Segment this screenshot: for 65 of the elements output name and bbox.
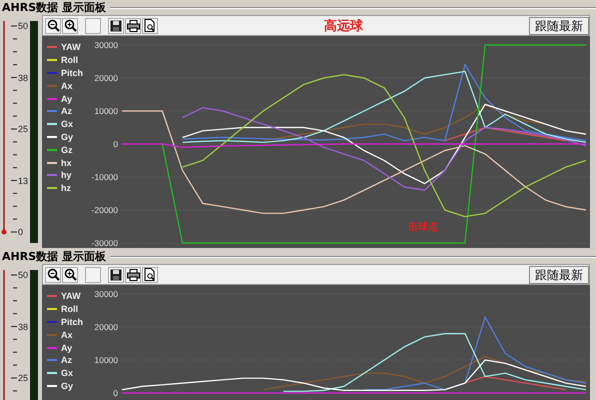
print-button[interactable] [125,266,141,282]
axis-tick-label: -30000 [92,238,118,249]
legend-label: Ay [61,342,72,353]
zoom-out-button[interactable] [45,18,61,34]
legend-label: Roll [61,304,78,314]
scale-label: 0 [18,227,24,238]
printer-icon [126,20,140,32]
legend-label: Roll [61,55,78,66]
zoom-out-icon [46,268,60,281]
scale-label: 38 [18,322,30,332]
print-button[interactable] [125,18,141,34]
annotation-label: 击球点 [408,220,438,234]
zoom-in-icon [64,268,76,281]
legend-label: YAW [61,42,81,52]
zoom-in-icon [64,19,76,32]
save-icon [110,268,122,280]
legend-label: Gx [61,368,74,378]
chart-title: 高远球 [323,18,364,34]
preview-button[interactable] [142,266,158,282]
legend-label: Ax [61,80,73,91]
scale-label: 13 [18,176,30,186]
axis-tick-label: 30000 [94,289,118,300]
axis-tick-label: -20000 [92,205,118,216]
axis-tick-label: 20000 [94,322,118,333]
legend-label: Gy [61,132,74,142]
axis-tick-label: 10000 [94,355,118,366]
scale-label: 25 [18,124,30,135]
follow-latest-button[interactable]: 跟随最新 [529,16,589,34]
legend-label: Pitch [61,68,84,78]
legend-label: Gy [61,380,74,391]
printer-icon [126,268,140,280]
legend-label: Gx [61,119,74,130]
page-preview-icon [144,268,156,281]
legend-label: Ay [61,94,72,104]
legend-label: Gz [61,144,73,155]
legend-label: Az [61,355,72,366]
save-button[interactable] [108,266,124,282]
scale-label: 38 [18,72,30,84]
legend-label: hx [61,158,72,168]
axis-tick-label: 20000 [94,73,118,84]
zoom-out-icon [46,19,60,32]
follow-latest-button[interactable]: 跟随最新 [529,266,589,284]
axis-tick-label: -10000 [92,172,118,183]
zoom-out-button[interactable] [45,266,61,282]
legend-label: hz [61,183,71,194]
panel-title: AHRS数据 显示面板 [2,0,106,15]
legend-label: hy [61,170,72,180]
zoom-in-button[interactable] [62,18,78,34]
scale-label: 50 [18,21,30,32]
axis-tick-label: 0 [113,388,118,399]
preview-button[interactable] [142,18,158,34]
panel-title: AHRS数据 显示面板 [2,249,106,264]
axis-tick-label: 10000 [94,106,118,117]
axis-tick-label: 30000 [94,40,118,51]
zoom-in-button[interactable] [62,266,78,282]
scale-label: 25 [18,373,30,384]
page-preview-icon [144,19,156,32]
legend-label: YAW [61,291,81,302]
save-icon [110,20,122,32]
axis-tick-label: 0 [113,139,118,150]
legend-label: Az [61,106,72,116]
legend-label: Ax [61,330,73,340]
legend-label: Pitch [61,316,84,327]
scale-label: 50 [18,270,30,281]
save-button[interactable] [108,18,124,34]
